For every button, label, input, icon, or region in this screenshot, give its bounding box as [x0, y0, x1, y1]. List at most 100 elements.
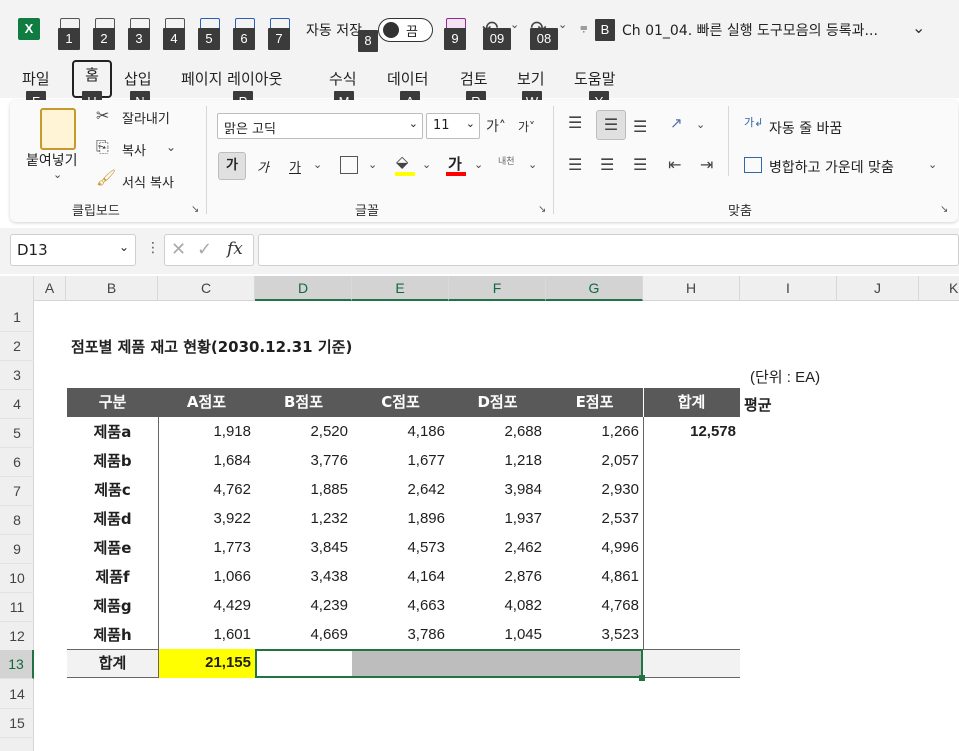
- header-category[interactable]: 구분: [67, 388, 158, 417]
- table-cell[interactable]: 4,669: [255, 626, 348, 643]
- row-header[interactable]: 1: [0, 303, 34, 332]
- row-label[interactable]: 제품f: [67, 566, 158, 587]
- table-cell[interactable]: 1,896: [352, 510, 445, 527]
- row-header-selected[interactable]: 13: [0, 650, 34, 679]
- row-label[interactable]: 제품g: [67, 595, 158, 616]
- fill-handle[interactable]: [639, 675, 645, 681]
- undo-dropdown-icon[interactable]: ⌄: [510, 18, 519, 31]
- align-left-icon[interactable]: ☰: [568, 155, 582, 174]
- table-cell[interactable]: 3,438: [255, 568, 348, 585]
- row-label[interactable]: 제품e: [67, 537, 158, 558]
- table-cell[interactable]: 3,776: [255, 452, 348, 469]
- align-bottom-icon[interactable]: ☰: [633, 117, 647, 136]
- table-cell[interactable]: 4,996: [546, 539, 639, 556]
- customize-qat-icon[interactable]: ⩦: [580, 20, 588, 35]
- italic-button[interactable]: 가: [257, 157, 269, 176]
- alignment-launcher-icon[interactable]: ↘: [940, 204, 948, 215]
- table-cell[interactable]: 1,677: [352, 452, 445, 469]
- table-cell[interactable]: 4,768: [546, 597, 639, 614]
- more-icon[interactable]: ⋮: [146, 240, 160, 256]
- tab-page-layout[interactable]: 페이지 레이아웃: [181, 68, 282, 89]
- copy-button[interactable]: 복사: [122, 140, 146, 159]
- table-cell[interactable]: 2,642: [352, 481, 445, 498]
- row-header[interactable]: 8: [0, 506, 34, 535]
- table-cell[interactable]: 1,684: [158, 452, 251, 469]
- col-header-e[interactable]: E: [352, 276, 449, 301]
- table-cell[interactable]: 3,845: [255, 539, 348, 556]
- clipboard-launcher-icon[interactable]: ↘: [191, 204, 199, 215]
- select-all-corner[interactable]: [0, 276, 34, 301]
- col-header-j[interactable]: J: [837, 276, 919, 301]
- formula-input[interactable]: [258, 234, 959, 266]
- table-cell[interactable]: 1,937: [449, 510, 542, 527]
- paste-button[interactable]: 붙여넣기: [26, 150, 78, 170]
- cut-button[interactable]: 잘라내기: [122, 108, 170, 127]
- row-header[interactable]: 7: [0, 477, 34, 506]
- row-label[interactable]: 제품h: [67, 624, 158, 645]
- name-box[interactable]: D13 ⌄: [10, 234, 136, 266]
- table-cell[interactable]: 1,918: [158, 423, 251, 440]
- row-label[interactable]: 제품d: [67, 508, 158, 529]
- wrap-text-button[interactable]: 자동 줄 바꿈: [769, 118, 842, 138]
- tab-view[interactable]: 보기: [517, 68, 545, 89]
- header-store-a[interactable]: A점포: [158, 388, 255, 417]
- col-header-b[interactable]: B: [66, 276, 158, 301]
- table-cell[interactable]: 1,066: [158, 568, 251, 585]
- header-store-b[interactable]: B점포: [255, 388, 352, 417]
- align-top-icon[interactable]: ☰: [568, 113, 582, 132]
- row-header[interactable]: 6: [0, 448, 34, 477]
- table-cell[interactable]: 4,861: [546, 568, 639, 585]
- table-cell[interactable]: 2,930: [546, 481, 639, 498]
- autosave-toggle[interactable]: 끔: [378, 18, 433, 42]
- font-name-combo[interactable]: 맑은 고딕 ⌄: [217, 113, 423, 139]
- fill-color-icon[interactable]: ⬙: [396, 152, 408, 171]
- decrease-indent-icon[interactable]: ⇤: [668, 155, 681, 174]
- table-cell[interactable]: 4,082: [449, 597, 542, 614]
- bold-button[interactable]: 가: [218, 152, 246, 180]
- row-total-cell[interactable]: 12,578: [643, 423, 736, 440]
- table-cell[interactable]: 4,186: [352, 423, 445, 440]
- table-cell[interactable]: 4,429: [158, 597, 251, 614]
- table-cell[interactable]: 4,663: [352, 597, 445, 614]
- header-store-e[interactable]: E점포: [546, 388, 643, 417]
- row-header[interactable]: 9: [0, 535, 34, 564]
- row-header[interactable]: 4: [0, 390, 34, 419]
- table-cell[interactable]: 4,573: [352, 539, 445, 556]
- merge-center-button[interactable]: 병합하고 가운데 맞춤: [769, 157, 894, 177]
- tab-file[interactable]: 파일: [22, 68, 50, 89]
- table-cell[interactable]: 1,773: [158, 539, 251, 556]
- fx-icon[interactable]: fx: [227, 239, 243, 259]
- table-cell[interactable]: 2,876: [449, 568, 542, 585]
- font-launcher-icon[interactable]: ↘: [538, 204, 546, 215]
- tab-review[interactable]: 검토: [460, 68, 488, 89]
- align-middle-icon[interactable]: ☰: [596, 110, 626, 140]
- table-cell[interactable]: 2,520: [255, 423, 348, 440]
- font-size-combo[interactable]: 11 ⌄: [426, 113, 480, 139]
- table-cell[interactable]: 3,984: [449, 481, 542, 498]
- table-cell[interactable]: 1,601: [158, 626, 251, 643]
- row-label[interactable]: 제품a: [67, 421, 158, 442]
- paste-icon[interactable]: [40, 108, 76, 150]
- borders-dropdown-icon[interactable]: ⌄: [368, 158, 377, 171]
- font-color-icon[interactable]: 가: [448, 153, 462, 174]
- row-header[interactable]: 5: [0, 419, 34, 448]
- copy-dropdown-icon[interactable]: ⌄: [166, 140, 176, 154]
- align-right-icon[interactable]: ☰: [633, 155, 647, 174]
- table-cell[interactable]: 4,164: [352, 568, 445, 585]
- col-header-a[interactable]: A: [34, 276, 66, 301]
- increase-font-icon[interactable]: 가˄: [486, 116, 506, 136]
- row-header[interactable]: 15: [0, 709, 34, 738]
- row-header[interactable]: 11: [0, 593, 34, 622]
- phonetic-dropdown-icon[interactable]: ⌄: [528, 158, 537, 171]
- align-center-icon[interactable]: ☰: [600, 155, 614, 174]
- table-cell[interactable]: 1,266: [546, 423, 639, 440]
- table-cell[interactable]: 3,922: [158, 510, 251, 527]
- table-cell[interactable]: 1,218: [449, 452, 542, 469]
- header-total[interactable]: 합계: [643, 388, 740, 417]
- orientation-icon[interactable]: ↗: [670, 114, 683, 132]
- col-header-g[interactable]: G: [546, 276, 643, 301]
- table-cell[interactable]: 2,057: [546, 452, 639, 469]
- row-header[interactable]: 14: [0, 680, 34, 709]
- underline-button[interactable]: 가: [289, 157, 301, 176]
- col-header-i[interactable]: I: [740, 276, 837, 301]
